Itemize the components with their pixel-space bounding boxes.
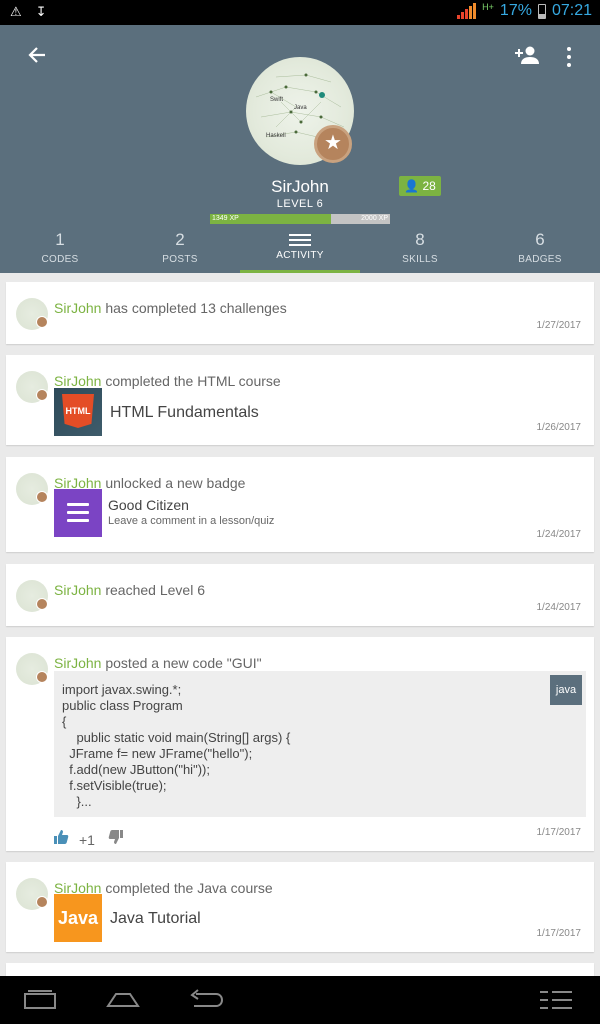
avatar: [16, 878, 48, 910]
xp-current: 1349 XP: [212, 215, 239, 222]
tab-activity[interactable]: ACTIVITY: [240, 228, 360, 273]
vote-count: +1: [79, 832, 95, 848]
username-link[interactable]: SirJohn: [54, 300, 101, 316]
downvote-button[interactable]: [108, 830, 124, 847]
follow-button[interactable]: [515, 45, 541, 71]
recent-apps-icon: [24, 990, 56, 1009]
network-type: H+: [482, 2, 494, 12]
signal-icon: [457, 3, 477, 19]
activity-date: 1/17/2017: [536, 928, 582, 939]
tab-badges[interactable]: 6 BADGES: [480, 228, 600, 273]
back-arrow-icon: [190, 989, 224, 1007]
svg-text:Swift: Swift: [270, 97, 283, 103]
back-nav-button[interactable]: [188, 986, 224, 1014]
username-link[interactable]: SirJohn: [54, 655, 101, 671]
course-thumbnail[interactable]: HTML: [54, 388, 102, 436]
badge-thumbnail[interactable]: [54, 489, 102, 537]
warning-icon: ⚠: [10, 4, 22, 19]
status-bar: ⚠ ↧ H+ 17% 07:21: [0, 0, 600, 25]
person-icon: 👤: [404, 179, 420, 193]
profile-header: Swift Java Haskell ★ SirJohn LEVEL 6 👤 2…: [0, 25, 600, 273]
tab-posts-count: 2: [175, 230, 185, 249]
activity-card[interactable]: SirJohn posted a new code "GUI" import j…: [6, 637, 594, 851]
avatar: [16, 580, 48, 612]
tab-posts[interactable]: 2 POSTS: [120, 228, 240, 273]
language-tag: java: [550, 675, 582, 705]
username-link[interactable]: SirJohn: [54, 582, 101, 598]
activity-date: 1/24/2017: [536, 602, 582, 613]
activity-card[interactable]: [6, 963, 594, 976]
level-star-badge: ★: [314, 125, 352, 163]
tab-badges-count: 6: [535, 230, 545, 249]
followers-badge[interactable]: 👤 28: [399, 176, 441, 196]
download-icon: ↧: [35, 4, 47, 19]
tab-skills[interactable]: 8 SKILLS: [360, 228, 480, 273]
svg-text:Haskell: Haskell: [266, 133, 286, 139]
avatar: [16, 298, 48, 330]
thumbs-up-icon: [54, 830, 69, 844]
code-snippet: import javax.swing.*; public class Progr…: [62, 682, 291, 809]
tab-skills-count: 8: [415, 230, 425, 249]
avatar: [16, 371, 48, 403]
battery-icon: [537, 3, 546, 19]
xp-max: 2000 XP: [361, 215, 388, 222]
badge-name: Good Citizen: [108, 497, 189, 513]
followers-count: 28: [422, 179, 436, 193]
list-icon: [289, 234, 311, 248]
activity-text: SirJohn reached Level 6: [54, 582, 205, 598]
xp-progress-bar: 1349 XP 2000 XP: [210, 214, 390, 224]
tab-codes[interactable]: 1 CODES: [0, 228, 120, 273]
activity-text: SirJohn has completed 13 challenges: [54, 300, 287, 316]
more-vert-icon: [567, 47, 571, 51]
star-icon: ★: [324, 132, 342, 154]
activity-date: 1/17/2017: [536, 827, 582, 838]
profile-tabs: 1 CODES 2 POSTS ACTIVITY 8 SKILLS 6 BADG…: [0, 228, 600, 273]
badge-description: Leave a comment in a lesson/quiz: [108, 515, 275, 527]
level-label: LEVEL 6: [276, 198, 324, 210]
course-title[interactable]: HTML Fundamentals: [110, 404, 259, 422]
tab-posts-label: POSTS: [162, 254, 198, 265]
arrow-left-icon: [28, 47, 45, 63]
menu-button[interactable]: [538, 986, 574, 1014]
activity-card[interactable]: SirJohn completed the HTML course HTML H…: [6, 355, 594, 445]
tab-codes-count: 1: [55, 230, 65, 249]
home-icon: [106, 993, 140, 1007]
upvote-button[interactable]: [53, 830, 69, 847]
activity-text: SirJohn posted a new code "GUI": [54, 655, 262, 671]
course-title[interactable]: Java Tutorial: [110, 910, 201, 928]
menu-icon: [540, 991, 572, 1009]
username: SirJohn: [271, 177, 329, 196]
activity-date: 1/27/2017: [536, 320, 582, 331]
course-thumbnail[interactable]: Java: [54, 894, 102, 942]
svg-text:Java: Java: [294, 105, 307, 111]
tab-badges-label: BADGES: [518, 254, 562, 265]
tab-skills-label: SKILLS: [402, 254, 438, 265]
more-options-button[interactable]: [562, 45, 576, 69]
activity-card[interactable]: SirJohn reached Level 6 1/24/2017: [6, 564, 594, 626]
code-preview[interactable]: import javax.swing.*; public class Progr…: [54, 671, 586, 817]
avatar: [16, 653, 48, 685]
html5-icon: HTML: [62, 394, 94, 428]
activity-card[interactable]: SirJohn completed the Java course Java J…: [6, 862, 594, 952]
system-nav-bar: [0, 976, 600, 1024]
add-user-icon: [515, 46, 539, 64]
home-button[interactable]: [106, 986, 140, 1014]
tab-activity-label: ACTIVITY: [276, 250, 324, 261]
battery-percent: 17%: [499, 2, 532, 19]
recent-apps-button[interactable]: [24, 986, 56, 1014]
activity-date: 1/26/2017: [536, 422, 582, 433]
activity-date: 1/24/2017: [536, 529, 582, 540]
back-button[interactable]: [24, 45, 50, 71]
activity-card[interactable]: SirJohn has completed 13 challenges 1/27…: [6, 282, 594, 344]
avatar: [16, 473, 48, 505]
activity-feed[interactable]: SirJohn has completed 13 challenges 1/27…: [0, 273, 600, 976]
activity-card[interactable]: SirJohn unlocked a new badge Good Citize…: [6, 457, 594, 552]
tab-codes-label: CODES: [41, 254, 79, 265]
username-link[interactable]: SirJohn: [54, 373, 101, 389]
activity-text: SirJohn completed the HTML course: [54, 373, 281, 389]
thumbs-down-icon: [108, 830, 123, 844]
clock: 07:21: [551, 2, 592, 19]
